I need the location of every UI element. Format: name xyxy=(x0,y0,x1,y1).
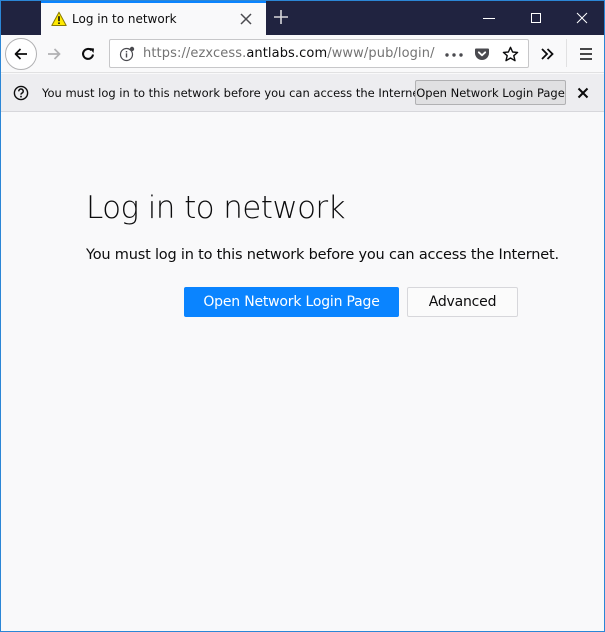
tab-title: Log in to network xyxy=(72,12,177,26)
overflow-chevron-icon[interactable] xyxy=(539,46,555,62)
url-prefix: https://ezxcess. xyxy=(143,46,247,61)
page-title: Log in to network xyxy=(86,190,346,226)
url-domain: antlabs.com xyxy=(246,46,328,61)
new-tab-plus-icon[interactable] xyxy=(273,9,289,25)
browser-window: Log in to network https://ezxcess.antlab… xyxy=(0,0,605,632)
notification-close-icon[interactable] xyxy=(577,87,589,99)
open-network-login-page-button[interactable]: Open Network Login Page xyxy=(184,287,399,317)
maximize-icon[interactable] xyxy=(529,11,543,25)
url-text[interactable]: https://ezxcess.antlabs.com/www/pub/logi… xyxy=(143,46,435,61)
minimize-icon[interactable] xyxy=(482,11,496,25)
back-button[interactable] xyxy=(5,38,37,70)
pocket-icon[interactable] xyxy=(474,46,490,62)
site-info-icon[interactable] xyxy=(119,46,135,62)
page-content: Log in to network You must log in to thi… xyxy=(1,113,604,631)
tab-close-icon[interactable] xyxy=(239,12,253,26)
advanced-button[interactable]: Advanced xyxy=(407,287,518,317)
back-arrow-icon xyxy=(14,48,27,60)
page-description: You must log in to this network before y… xyxy=(86,247,559,263)
tab-strip: Log in to network xyxy=(1,1,604,35)
hamburger-menu-icon[interactable] xyxy=(578,46,594,62)
notification-message: You must log in to this network before y… xyxy=(42,86,428,100)
warning-icon xyxy=(51,11,67,26)
toolbar-separator xyxy=(566,39,567,67)
tab-log-in-to-network[interactable]: Log in to network xyxy=(41,1,266,35)
captive-portal-notification: You must log in to this network before y… xyxy=(1,74,604,112)
address-bar[interactable]: https://ezxcess.antlabs.com/www/pub/logi… xyxy=(109,39,529,68)
more-icon[interactable] xyxy=(445,53,463,57)
url-path: /www/pub/login/ xyxy=(327,46,435,61)
bookmark-star-icon[interactable] xyxy=(502,46,519,63)
close-window-icon[interactable] xyxy=(575,11,589,25)
navigation-toolbar: https://ezxcess.antlabs.com/www/pub/logi… xyxy=(1,35,604,73)
notification-open-login-page-button[interactable]: Open Network Login Page xyxy=(415,80,566,105)
forward-arrow-icon[interactable] xyxy=(46,46,62,62)
reload-icon[interactable] xyxy=(80,46,96,62)
help-question-icon xyxy=(13,85,29,101)
